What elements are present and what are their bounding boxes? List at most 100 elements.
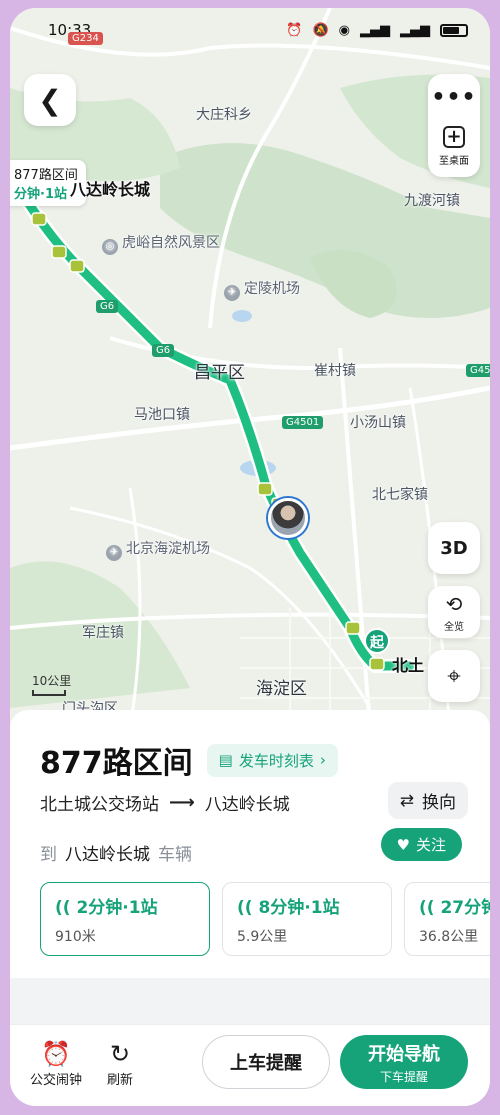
label-changping: 昌平区 xyxy=(194,363,245,383)
vehicle-cards: (( 2分钟·1站 910米 (( 8分钟·1站 5.9公里 (( 27分钟 3… xyxy=(40,882,490,956)
vehicle-eta: (( 8分钟·1站 xyxy=(237,893,377,918)
destination-label: 八达岭长城 xyxy=(70,180,151,199)
start-label: 北土 xyxy=(392,656,425,675)
vehicle-card[interactable]: (( 2分钟·1站 910米 xyxy=(40,882,210,956)
scale-bar xyxy=(32,690,66,696)
refresh-icon: ↻ xyxy=(109,1040,131,1068)
label-haidian-airport: ✈ 北京海淀机场 xyxy=(106,538,210,561)
start-badge: 起 xyxy=(364,628,390,654)
map-tool-panel: ••• + 至桌面 xyxy=(428,74,480,177)
vehicle-card[interactable]: (( 8分钟·1站 5.9公里 xyxy=(222,882,392,956)
chevron-right-icon: › xyxy=(319,751,326,769)
realtime-icon: (( xyxy=(419,898,435,918)
bottom-action-bar: ⏰ 公交闹钟 ↻ 刷新 上车提醒 开始导航 下车提醒 xyxy=(10,1024,490,1106)
airport-icon: ✈ xyxy=(224,285,240,301)
vehicle-eta: (( 2分钟·1站 xyxy=(55,893,195,918)
label-dingling-text: 定陵机场 xyxy=(244,281,300,297)
scenic-icon: ◎ xyxy=(102,239,118,255)
map-view[interactable]: 10:33 ⏰ 🔕 ◉ ▂▄▆ ▂▄▆ G234 G6 G6 G4501 G45… xyxy=(10,8,490,728)
to-suffix: 车辆 xyxy=(158,845,192,865)
more-button[interactable]: ••• xyxy=(431,80,476,120)
add-to-desktop-label[interactable]: 至桌面 xyxy=(439,152,469,167)
label-huyu: ◎ 虎峪自然风景区 xyxy=(102,232,220,255)
phone-screen: 10:33 ⏰ 🔕 ◉ ▂▄▆ ▂▄▆ G234 G6 G6 G4501 G45… xyxy=(10,8,490,1106)
signal2-icon: ▂▄▆ xyxy=(400,22,430,38)
user-location-avatar[interactable] xyxy=(268,498,308,538)
label-haidian-airport-text: 北京海淀机场 xyxy=(126,541,210,557)
overview-button[interactable]: ⟲ 全览 xyxy=(428,586,480,638)
realtime-icon: (( xyxy=(55,898,71,918)
start-navigation-button[interactable]: 开始导航 下车提醒 xyxy=(340,1035,468,1089)
location-icon: ◉ xyxy=(338,22,350,38)
vehicle-distance: 36.8公里 xyxy=(419,929,479,945)
title-row: 877路区间 ▤ 发车时刻表 › xyxy=(40,738,338,782)
shield-g234: G234 xyxy=(68,32,103,45)
overview-label: 全览 xyxy=(444,621,464,633)
bus-alarm-button[interactable]: ⏰ 公交闹钟 xyxy=(24,1039,88,1088)
alarm-icon: ⏰ xyxy=(286,22,303,38)
to-stop: 八达岭长城 xyxy=(204,795,290,815)
route-overview-icon: ⟲ xyxy=(445,591,463,616)
label-jiuduhe: 九渡河镇 xyxy=(404,193,460,209)
swap-icon: ⇄ xyxy=(399,790,414,811)
shield-g6-b: G6 xyxy=(152,344,175,357)
vehicle-eta-text: 2分钟·1站 xyxy=(76,898,158,918)
arrow-right-icon: ⟶ xyxy=(169,792,195,813)
vehicle-eta: (( 27分钟 xyxy=(419,893,490,918)
swap-label: 换向 xyxy=(422,793,456,813)
swap-direction-button[interactable]: ⇄ 换向 xyxy=(387,782,468,819)
heart-icon: ♥ xyxy=(396,835,410,854)
follow-button[interactable]: ♥ 关注 xyxy=(380,828,462,861)
label-huyu-text: 虎峪自然风景区 xyxy=(122,235,220,251)
shield-g45: G45 xyxy=(466,364,490,377)
follow-label: 关注 xyxy=(415,836,446,854)
route-tag-title: 877路区间 xyxy=(14,168,78,183)
to-name: 八达岭长城 xyxy=(65,845,150,865)
timetable-label: 发车时刻表 xyxy=(238,751,314,770)
boarding-reminder-button[interactable]: 上车提醒 xyxy=(202,1035,330,1089)
to-prefix: 到 xyxy=(40,845,57,865)
vehicle-card[interactable]: (( 27分钟 36.8公里 xyxy=(404,882,490,956)
map-scale: 10公里 xyxy=(32,672,71,696)
label-beiqijia: 北七家镇 xyxy=(372,487,428,503)
label-dingling: ✈ 定陵机场 xyxy=(224,278,300,301)
label-wenquan: 军庄镇 xyxy=(82,625,124,641)
vehicle-distance: 5.9公里 xyxy=(237,929,288,945)
shield-g4501: G4501 xyxy=(282,416,324,429)
line-title: 877路区间 xyxy=(40,746,193,781)
shield-g6-a: G6 xyxy=(96,300,119,313)
label-haidian: 海淀区 xyxy=(256,679,307,699)
refresh-button[interactable]: ↻ 刷新 xyxy=(88,1039,152,1088)
crosshair-icon: ⌖ xyxy=(447,662,461,690)
schedule-icon: ▤ xyxy=(218,751,233,769)
add-to-desktop-icon[interactable]: + xyxy=(443,126,465,148)
scale-text: 10公里 xyxy=(32,674,72,688)
3d-label: 3D xyxy=(440,537,468,559)
airport-icon-2: ✈ xyxy=(106,545,122,561)
vehicle-distance: 910米 xyxy=(55,929,96,945)
from-stop: 北土城公交场站 xyxy=(40,795,159,815)
signal-icon: ▂▄▆ xyxy=(360,22,390,38)
battery-icon xyxy=(440,23,468,37)
alarm-clock-icon: ⏰ xyxy=(41,1040,71,1068)
alight-reminder-label: 下车提醒 xyxy=(379,1069,428,1084)
route-tag-eta: 分钟·1站 xyxy=(14,187,67,202)
label-machikou: 马池口镇 xyxy=(134,407,190,423)
vehicle-eta-text: 8分钟·1站 xyxy=(258,898,340,918)
realtime-icon: (( xyxy=(237,898,253,918)
timetable-button[interactable]: ▤ 发车时刻表 › xyxy=(206,743,338,777)
locate-button[interactable]: ⌖ xyxy=(428,650,480,702)
back-button[interactable]: ❮ xyxy=(24,74,76,126)
chevron-left-icon: ❮ xyxy=(38,83,62,117)
bus-alarm-label: 公交闹钟 xyxy=(29,1073,82,1088)
vehicles-to-row: 到 八达岭长城 车辆 xyxy=(40,840,192,865)
label-dazhuangke: 大庄科乡 xyxy=(196,107,252,123)
mute-icon: 🔕 xyxy=(312,22,329,38)
3d-button[interactable]: 3D xyxy=(428,522,480,574)
refresh-label: 刷新 xyxy=(106,1073,133,1088)
label-cuicun: 崔村镇 xyxy=(314,363,356,379)
start-navigation-label: 开始导航 xyxy=(368,1043,440,1065)
status-bar: 10:33 ⏰ 🔕 ◉ ▂▄▆ ▂▄▆ xyxy=(10,8,490,52)
vehicle-eta-text: 27分钟 xyxy=(440,898,490,918)
direction-row: 北土城公交场站 ⟶ 八达岭长城 xyxy=(40,790,290,815)
